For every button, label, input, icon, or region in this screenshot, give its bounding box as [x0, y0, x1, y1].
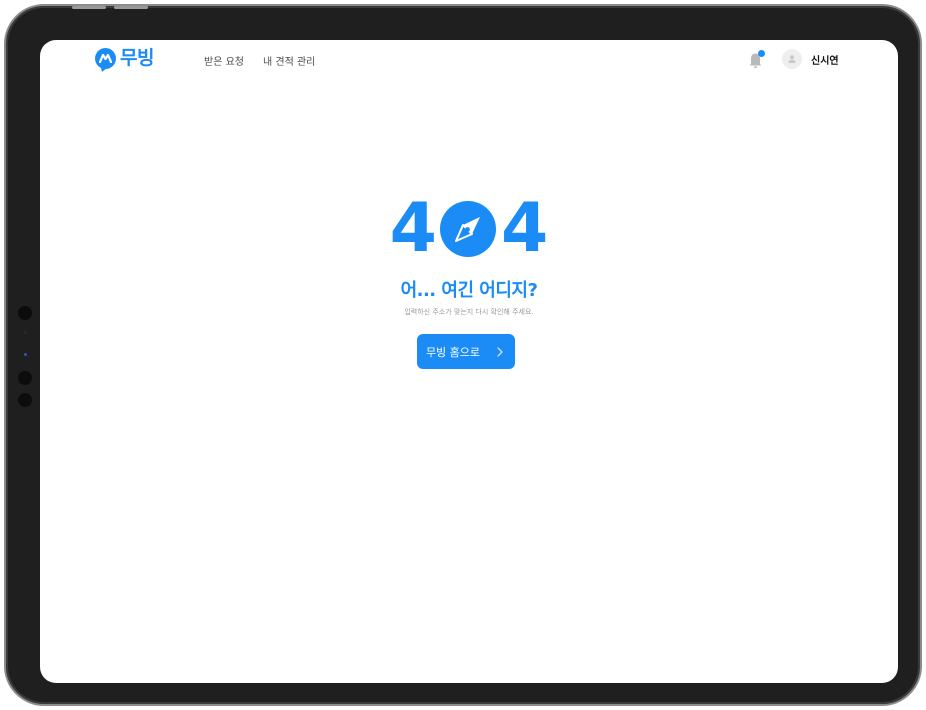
nav-item-my-quotes[interactable]: 내 견적 관리 — [263, 53, 315, 68]
connector-dot — [18, 371, 32, 385]
tablet-frame: 무빙 받은 요청 내 견적 관리 신시연 4 4 어... 여긴 어디지? 입력… — [4, 4, 922, 706]
error-code: 4 4 — [378, 189, 558, 268]
notification-badge — [758, 50, 765, 57]
error-description: 입력하신 주소가 맞는지 다시 확인해 주세요. — [404, 308, 534, 316]
go-home-button[interactable]: 무빙 홈으로 — [417, 334, 515, 369]
error-digit: 4 — [389, 189, 437, 268]
error-digit: 4 — [501, 189, 548, 268]
volume-button — [72, 6, 106, 9]
go-home-button-label: 무빙 홈으로 — [425, 345, 481, 359]
chevron-right-icon — [497, 346, 503, 357]
connector-dot — [18, 306, 32, 320]
power-button — [114, 6, 148, 9]
user-avatar-icon — [782, 49, 802, 69]
brand-name: 무빙 — [120, 47, 154, 69]
main-nav: 받은 요청 내 견적 관리 — [204, 53, 334, 68]
error-title: 어... 여긴 어디지? — [400, 280, 538, 301]
bell-icon[interactable] — [747, 50, 765, 70]
logo-icon — [95, 48, 116, 69]
user-name: 신시연 — [811, 55, 839, 67]
compass-icon — [440, 201, 496, 257]
brand-logo[interactable]: 무빙 — [95, 48, 154, 69]
sensor-dot — [24, 331, 27, 334]
camera-dot — [24, 353, 27, 356]
nav-item-received-requests[interactable]: 받은 요청 — [204, 53, 244, 68]
connector-dot — [18, 393, 32, 407]
top-navigation-bar: 무빙 받은 요청 내 견적 관리 신시연 — [40, 40, 898, 80]
user-profile[interactable]: 신시연 — [782, 49, 839, 69]
app-screen: 무빙 받은 요청 내 견적 관리 신시연 4 4 어... 여긴 어디지? 입력… — [40, 40, 898, 683]
